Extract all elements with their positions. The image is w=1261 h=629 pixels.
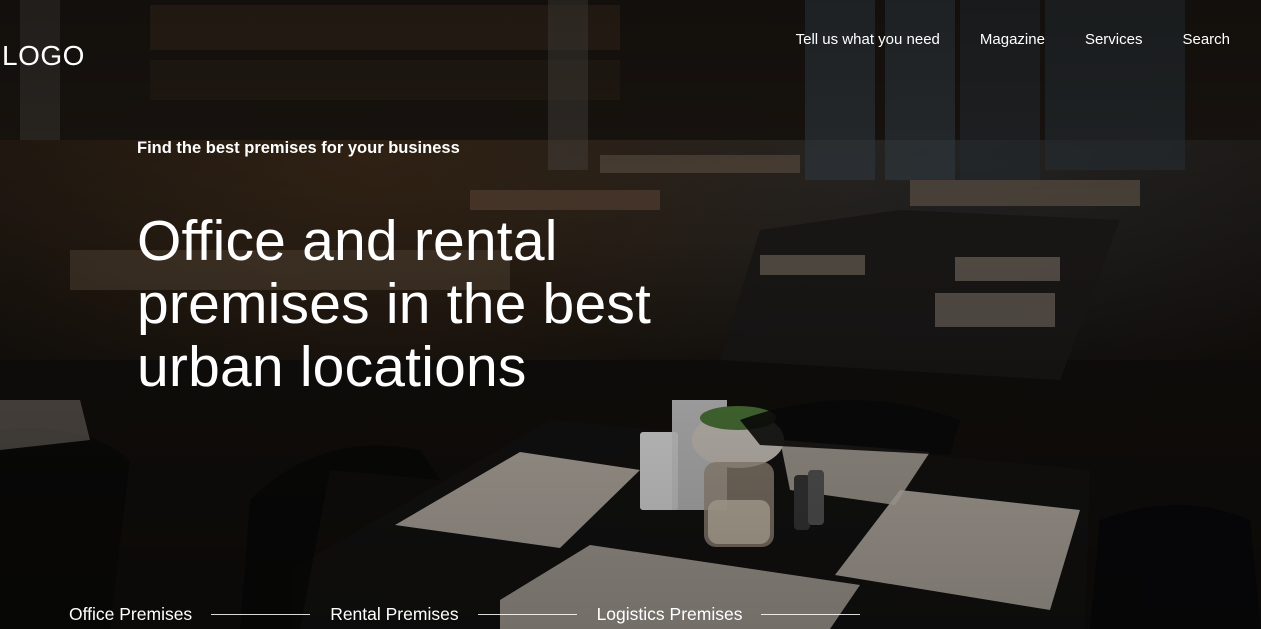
site-logo[interactable]: LOGO (2, 40, 85, 72)
nav-link-services[interactable]: Services (1085, 31, 1143, 48)
category-label: Rental Premises (330, 604, 459, 624)
hero-headline: Office and rental premises in the best u… (137, 209, 652, 399)
category-tabs: Office Premises Rental Premises Logistic… (69, 604, 880, 625)
category-divider-line (761, 614, 861, 615)
category-logistics-premises[interactable]: Logistics Premises (597, 604, 861, 625)
category-rental-premises[interactable]: Rental Premises (330, 604, 577, 625)
category-office-premises[interactable]: Office Premises (69, 604, 311, 625)
hero-section: LOGO Tell us what you need Magazine Serv… (0, 0, 1261, 629)
nav-link-tell-us-what-you-need[interactable]: Tell us what you need (796, 31, 940, 48)
nav-link-search[interactable]: Search (1182, 31, 1230, 48)
category-label: Logistics Premises (596, 604, 743, 624)
hero-tagline: Find the best premises for your business (137, 139, 460, 157)
category-label: Office Premises (69, 604, 193, 624)
nav-link-magazine[interactable]: Magazine (980, 31, 1045, 48)
category-divider-line (211, 614, 311, 615)
category-divider-line (477, 614, 577, 615)
main-nav: Tell us what you need Magazine Services … (796, 31, 1230, 48)
